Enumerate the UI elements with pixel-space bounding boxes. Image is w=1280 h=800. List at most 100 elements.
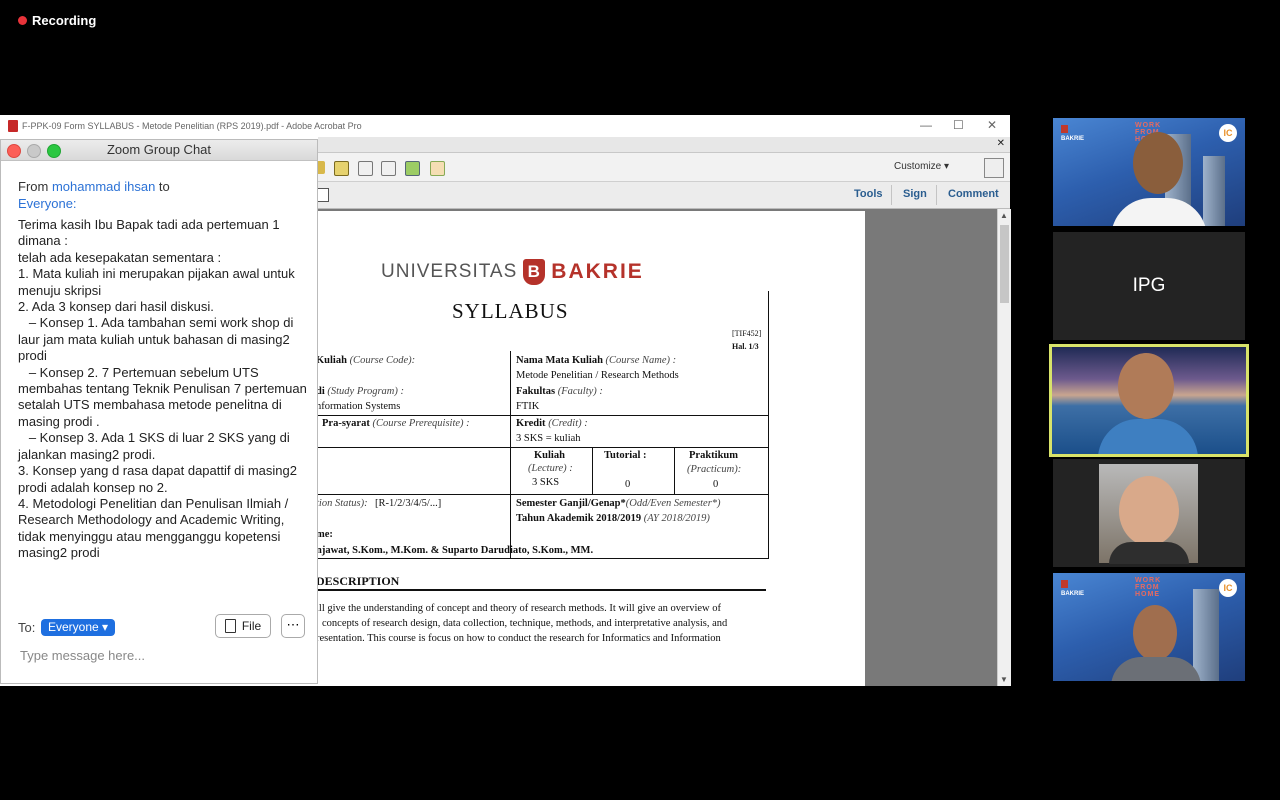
customize-dropdown[interactable]: Customize ▾ <box>894 161 949 172</box>
more-options-button[interactable]: ⋯ <box>281 614 305 638</box>
delete-page-icon[interactable] <box>358 161 373 176</box>
ic-logo: IC <box>1219 124 1237 142</box>
highlight-tool-icon[interactable] <box>334 161 349 176</box>
lecture-value: 3 SKS <box>532 477 560 488</box>
from-label: From <box>18 179 49 194</box>
wfh-logo: WORK FROM HOME <box>1135 577 1162 598</box>
participant-body <box>1111 657 1201 681</box>
pdf-page: UNIVERSITAS B BAKRIE SYLLABUS [TIF452] H… <box>318 211 865 686</box>
nav-divider <box>891 185 892 205</box>
tutorial-value: 0 <box>625 479 631 490</box>
faculty-cell: Fakultas (Faculty) : <box>516 386 603 397</box>
description-heading: DESCRIPTION <box>318 574 400 588</box>
fullscreen-icon[interactable] <box>984 158 1004 178</box>
credit-cell: Kredit (Credit) : <box>516 418 588 429</box>
maximize-button[interactable]: ☐ <box>953 118 964 132</box>
description-line: resentation. This course is focus on how… <box>318 633 721 644</box>
logo-bakrie-text: BAKRIE <box>551 260 644 283</box>
participant-face <box>1133 605 1177 661</box>
acrobat-task-bar: Tools Sign Comment <box>317 182 1010 209</box>
chat-title-bar: Zoom Group Chat <box>1 140 317 161</box>
chat-message: Terima kasih Ibu Bapak tadi ada pertemua… <box>18 217 307 561</box>
file-button[interactable]: File <box>215 614 271 638</box>
message-input[interactable]: Type message here... <box>20 648 145 663</box>
lecture-en: (Lecture) : <box>528 463 573 474</box>
syllabus-title: SYLLABUS <box>452 299 569 323</box>
acrobat-title-bar: F-PPK-09 Form SYLLABUS - Metode Peneliti… <box>0 115 1010 137</box>
page-thumbnails-icon[interactable] <box>317 188 329 202</box>
acrobat-menu-bar: ✕ <box>318 137 1010 153</box>
course-code-cell: Kuliah (Course Code): <box>318 355 416 366</box>
scroll-thumb[interactable] <box>1000 225 1009 303</box>
document-scrollbar[interactable]: ▲ ▼ <box>997 209 1011 686</box>
bakrie-logo: BAKRIE <box>1061 580 1084 597</box>
practicum-en: (Practicum): <box>687 464 742 475</box>
minimize-button[interactable]: — <box>920 118 932 132</box>
insert-page-icon[interactable] <box>405 161 420 176</box>
table-border <box>768 291 769 559</box>
close-document-button[interactable]: ✕ <box>997 138 1005 149</box>
recipient-name: Everyone: <box>18 196 77 211</box>
participant-photo <box>1099 464 1198 564</box>
video-tile-participant-1[interactable]: BAKRIE WORK FROM HOME IC <box>1053 118 1245 226</box>
pdf-file-icon <box>8 120 18 132</box>
recording-indicator: Recording <box>18 13 96 28</box>
logo-universitas-text: UNIVERSITAS <box>381 261 518 282</box>
zoom-chat-window: Zoom Group Chat From mohammad ihsan to E… <box>0 139 318 684</box>
bakrie-shield-icon: B <box>523 259 546 285</box>
bakrie-logo: BAKRIE <box>1061 125 1084 142</box>
video-tile-ipg[interactable]: IPG <box>1053 232 1245 340</box>
video-tile-active-speaker[interactable] <box>1049 344 1249 457</box>
extract-page-icon[interactable] <box>381 161 396 176</box>
sender-name[interactable]: mohammad ihsan <box>52 179 155 194</box>
participant-face <box>1133 132 1183 194</box>
page-indicator: Hal. 1/3 <box>732 342 759 351</box>
recording-label: Recording <box>32 13 97 28</box>
section-rule <box>318 589 766 591</box>
description-line: ill give the understanding of concept an… <box>318 603 721 614</box>
message-header: From mohammad ihsan to Everyone: <box>18 178 170 212</box>
video-tile-participant-4[interactable] <box>1053 459 1245 567</box>
table-border <box>674 447 675 494</box>
lecture-label: Kuliah <box>534 450 565 461</box>
document-viewport[interactable]: UNIVERSITAS B BAKRIE SYLLABUS [TIF452] H… <box>318 209 997 686</box>
recipient-value: Everyone <box>48 620 99 634</box>
practicum-value: 0 <box>713 479 719 490</box>
status-label: tion Status): <box>318 498 368 509</box>
table-border <box>318 558 768 559</box>
building-shape <box>1203 156 1225 226</box>
file-label: File <box>241 619 262 633</box>
course-code-tag: [TIF452] <box>732 329 762 338</box>
prerequisite-cell: Pra-syarat (Course Prerequisite) : <box>322 418 470 429</box>
to-word: to <box>158 179 170 194</box>
academic-year-cell: Tahun Akademik 2018/2019 (AY 2018/2019) <box>516 513 710 524</box>
comment-tab[interactable]: Comment <box>948 188 999 200</box>
scroll-up-icon[interactable]: ▲ <box>1000 211 1008 220</box>
chat-title: Zoom Group Chat <box>106 142 212 157</box>
course-name-cell: Nama Mata Kuliah (Course Name) : <box>516 355 677 366</box>
credit-value: 3 SKS = kuliah <box>516 433 581 444</box>
video-tile-participant-5[interactable]: BAKRIE WORK FROM HOME IC <box>1053 573 1245 681</box>
replace-page-icon[interactable] <box>430 161 445 176</box>
sign-tab[interactable]: Sign <box>903 188 927 200</box>
close-window-button[interactable]: ✕ <box>987 118 997 132</box>
zoom-window-icon[interactable] <box>47 144 61 158</box>
scroll-down-icon[interactable]: ▼ <box>1000 675 1008 684</box>
tools-tab[interactable]: Tools <box>854 188 883 200</box>
description-line: concepts of research design, data collec… <box>322 618 728 629</box>
acrobat-window-title: F-PPK-09 Form SYLLABUS - Metode Peneliti… <box>22 121 362 131</box>
lecturer-value: njawat, S.Kom., M.Kom. & Suparto Darudia… <box>318 545 594 556</box>
recipient-dropdown[interactable]: Everyone ▾ <box>41 619 116 636</box>
file-icon <box>224 619 236 633</box>
study-program-cell: di (Study Program) : <box>318 386 404 397</box>
course-name-value: Metode Penelitian / Research Methods <box>516 370 679 381</box>
semester-cell: Semester Ganjil/Genap*(Odd/Even Semester… <box>516 498 721 509</box>
participant-face <box>1118 353 1174 419</box>
ic-logo: IC <box>1219 579 1237 597</box>
tutorial-label: Tutorial : <box>604 450 647 461</box>
minimize-icon[interactable] <box>27 144 41 158</box>
table-border <box>510 447 768 448</box>
table-border <box>592 447 593 494</box>
close-icon[interactable] <box>7 144 21 158</box>
building-shape <box>1193 589 1219 681</box>
